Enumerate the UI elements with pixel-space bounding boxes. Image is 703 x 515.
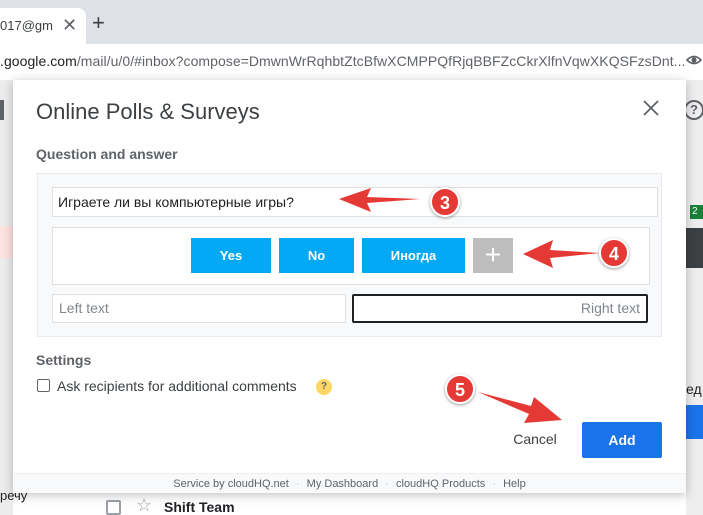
footer-products-link[interactable]: cloudHQ Products: [396, 478, 485, 490]
count-badge: 2: [690, 205, 703, 219]
footer-help-link[interactable]: Help: [503, 478, 526, 490]
answer-button-no[interactable]: No: [279, 238, 354, 273]
help-hint-icon[interactable]: ?: [316, 379, 332, 395]
question-section-label: Question and answer: [36, 146, 178, 162]
question-input[interactable]: Играете ли вы компьютерные игры?: [52, 187, 658, 217]
new-tab-button[interactable]: +: [92, 12, 105, 34]
extension-icon[interactable]: [686, 52, 702, 68]
dialog-footer: Service by cloudHQ.net · My Dashboard · …: [13, 473, 686, 493]
star-icon[interactable]: ☆: [136, 496, 152, 514]
url-path: /mail/u/0/#inbox?compose=DmwnWrRqhbtZtcB…: [76, 53, 686, 69]
dialog-title: Online Polls & Surveys: [36, 99, 260, 124]
settings-label: Settings: [36, 352, 92, 368]
tab-close-icon[interactable]: ✕: [62, 16, 77, 34]
left-text-input[interactable]: Left text: [52, 294, 346, 323]
gmail-dark-block: [686, 228, 703, 268]
footer-separator: ·: [295, 478, 300, 490]
browser-toolbar: .google.com/mail/u/0/#inbox?compose=Dmwn…: [0, 44, 703, 80]
email-sender[interactable]: Shift Team: [164, 499, 235, 515]
annotation-marker-3: 3: [430, 187, 460, 217]
address-bar[interactable]: .google.com/mail/u/0/#inbox?compose=Dmwn…: [0, 53, 685, 69]
footer-service-link[interactable]: Service by cloudHQ.net: [173, 478, 289, 490]
answer-button-yes[interactable]: Yes: [191, 238, 271, 273]
additional-comments-label[interactable]: Ask recipients for additional comments: [57, 378, 297, 394]
footer-separator: ·: [492, 478, 496, 490]
answer-button-sometimes[interactable]: Иногда: [362, 238, 465, 273]
gmail-left-panel: [0, 80, 13, 515]
gmail-right-panel: [686, 80, 703, 515]
browser-tabstrip: 017@gm ✕ +: [0, 0, 703, 44]
gmail-blue-block: [686, 405, 703, 439]
annotation-marker-4: 4: [599, 238, 629, 268]
footer-dashboard-link[interactable]: My Dashboard: [307, 478, 379, 490]
close-icon[interactable]: [640, 97, 662, 119]
right-text-input[interactable]: Right text: [352, 294, 648, 323]
help-icon[interactable]: ?: [684, 100, 703, 120]
email-row-checkbox[interactable]: [106, 500, 121, 515]
additional-comments-checkbox[interactable]: [37, 379, 50, 392]
add-answer-button[interactable]: +: [473, 238, 513, 273]
cancel-button[interactable]: Cancel: [501, 422, 569, 456]
gmail-selected-row: [0, 226, 13, 258]
url-host: .google.com: [0, 53, 77, 69]
question-answer-box: Играете ли вы компьютерные игры? Yes No …: [37, 173, 662, 337]
browser-tab[interactable]: 017@gm ✕: [0, 8, 86, 44]
tab-title: 017@gm: [0, 18, 53, 33]
polls-dialog: Online Polls & Surveys Question and answ…: [13, 80, 686, 493]
gmail-left-mark: [0, 100, 4, 120]
answers-row: Yes No Иногда +: [52, 227, 650, 285]
annotation-marker-5: 5: [445, 374, 475, 404]
gmail-side-text: ед: [686, 381, 702, 397]
add-button[interactable]: Add: [582, 422, 662, 458]
footer-separator: ·: [385, 478, 389, 490]
